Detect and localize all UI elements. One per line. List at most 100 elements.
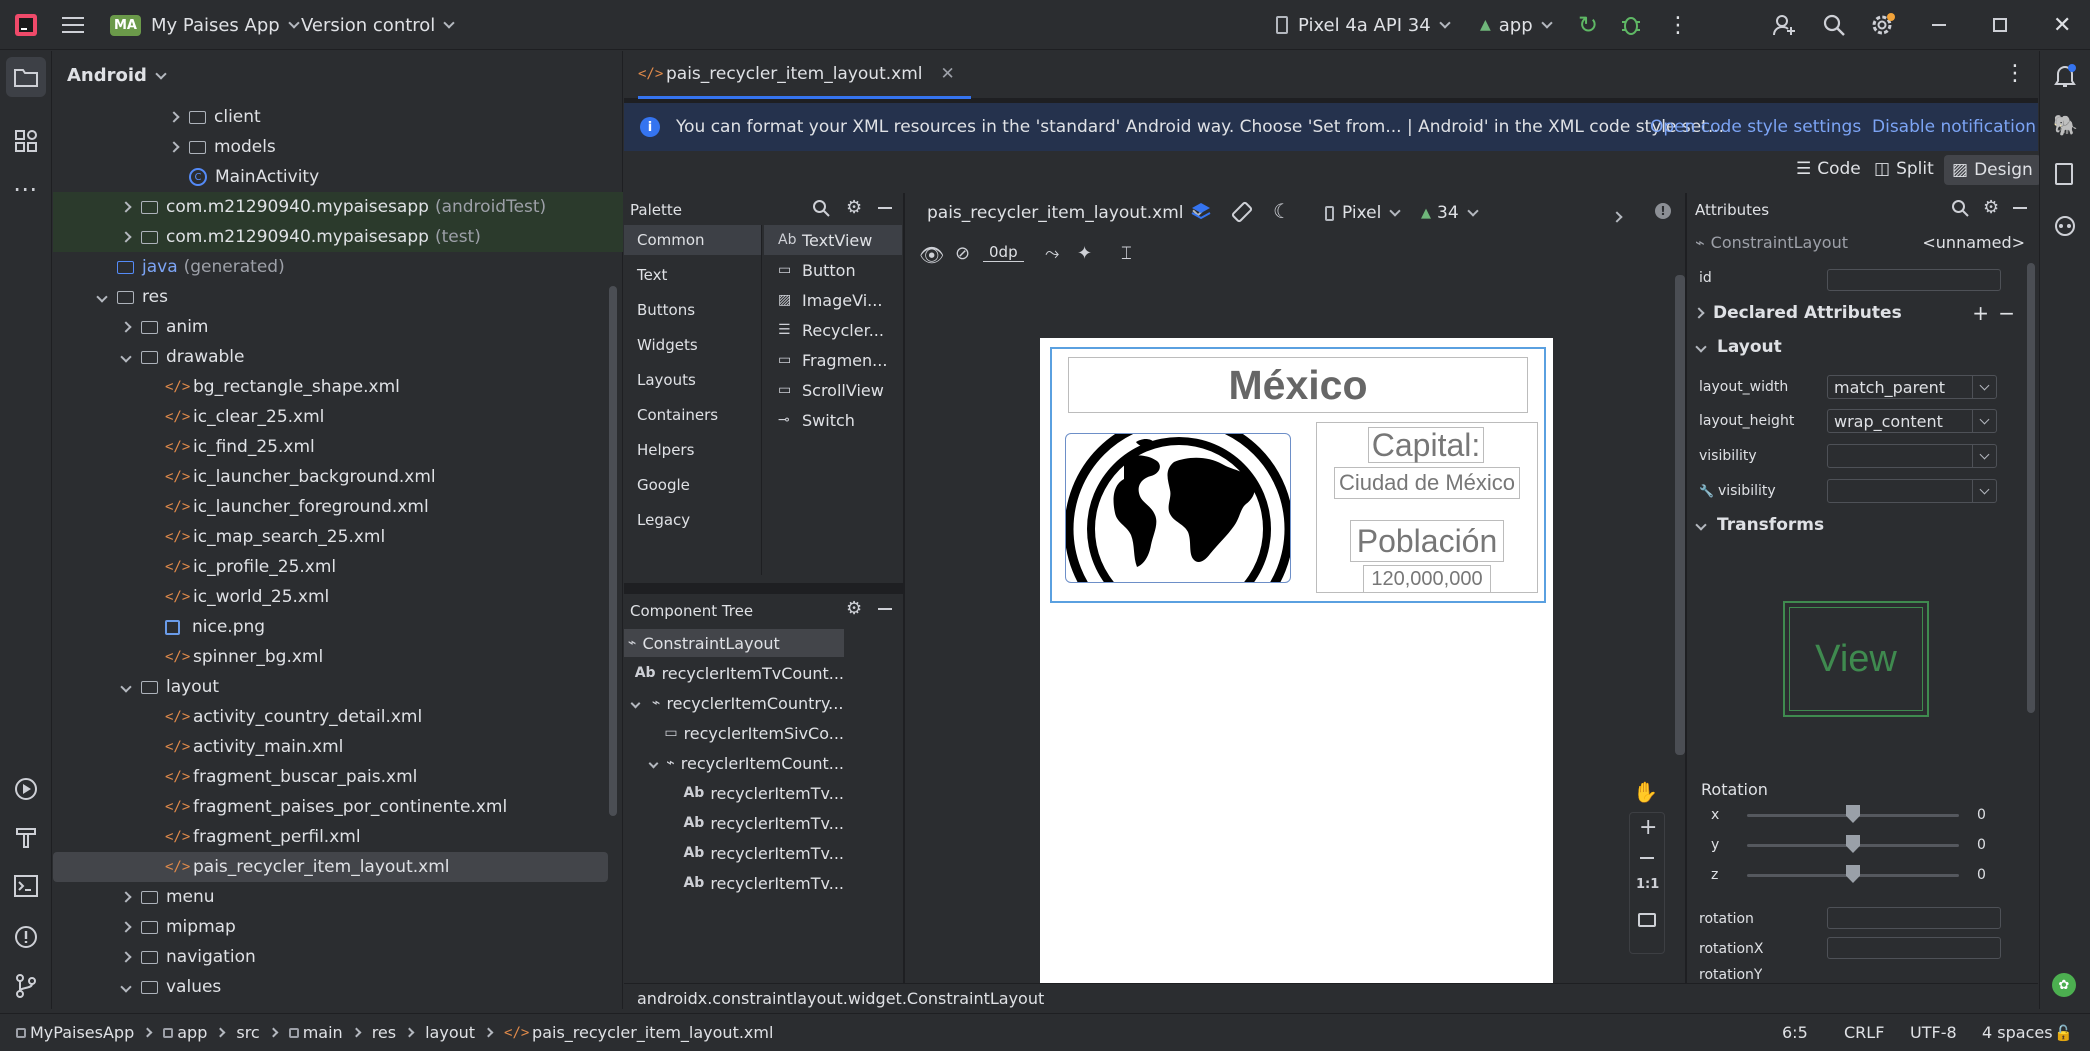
file-tree-item[interactable]: </> fragment_perfil.xml	[53, 822, 608, 852]
orientation-icon[interactable]	[1231, 201, 1253, 228]
file-tree-item[interactable]: </> ic_find_25.xml	[53, 432, 608, 462]
file-tree-item[interactable]: </> bg_rectangle_shape.xml	[53, 372, 608, 402]
project-tool-folder-icon[interactable]	[6, 57, 46, 97]
tree-scrollbar[interactable]	[609, 286, 617, 816]
component-tree-item[interactable]: Ab recyclerItemTv...	[624, 809, 844, 837]
zoom-in-icon[interactable]: +	[1639, 815, 1657, 840]
notifications-bell-icon[interactable]	[2053, 63, 2077, 94]
gemini-leaf-icon[interactable]: ✿	[2052, 973, 2076, 997]
design-surface-layers-icon[interactable]	[1190, 201, 1212, 228]
palette-widget-item[interactable]: ☰ Recycler...	[764, 315, 902, 345]
layout-file-selector[interactable]: pais_recycler_item_layout.xml	[927, 203, 1204, 223]
breadcrumb-item[interactable]: main	[303, 1023, 343, 1042]
folder-tree-item[interactable]: client	[53, 102, 608, 132]
component-tree-minimize-icon[interactable]	[878, 608, 892, 610]
palette-widget-item[interactable]: ⊸ Switch	[764, 405, 902, 435]
pan-hand-icon[interactable]: ✋	[1633, 780, 1658, 804]
component-tree-item[interactable]: ⌁ ConstraintLayout	[624, 629, 844, 657]
zoom-out-icon[interactable]	[1640, 857, 1654, 859]
rotation-x-field[interactable]	[1827, 937, 2001, 959]
night-mode-icon[interactable]: ☾	[1273, 199, 1291, 223]
resource-manager-icon[interactable]	[14, 129, 38, 158]
run-tool-icon[interactable]	[13, 776, 39, 807]
component-tree-settings-icon[interactable]: ⚙	[846, 598, 862, 619]
tools-visibility-dropdown[interactable]	[1827, 479, 1997, 503]
line-separator[interactable]: CRLF	[1844, 1023, 1884, 1042]
zoom-actual-size-button[interactable]: 1:1	[1636, 877, 1659, 892]
country-name-text[interactable]: México	[1068, 357, 1528, 413]
chevron-right-icon[interactable]	[115, 891, 137, 903]
indent-setting[interactable]: 4 spaces	[1982, 1023, 2053, 1042]
infer-constraints-wand-icon[interactable]: ✦	[1077, 243, 1092, 264]
project-view-selector[interactable]: Android	[67, 65, 167, 86]
palette-category-layouts[interactable]: Layouts	[624, 365, 761, 395]
rotation-y-thumb[interactable]	[1846, 835, 1860, 853]
palette-minimize-icon[interactable]	[878, 207, 892, 209]
chevron-right-icon[interactable]	[115, 201, 137, 213]
component-tree-item[interactable]: Ab recyclerItemTv...	[624, 869, 844, 897]
canvas-scrollbar[interactable]	[1675, 275, 1685, 755]
palette-category-google[interactable]: Google	[624, 470, 761, 500]
breadcrumb-item[interactable]: src	[236, 1023, 259, 1042]
build-hammer-icon[interactable]	[14, 825, 38, 854]
code-mode-button[interactable]: ☰ Code	[1796, 159, 1861, 179]
folder-tree-item[interactable]: mipmap	[53, 912, 608, 942]
guidelines-icon[interactable]: ⌶	[1121, 243, 1132, 264]
folder-tree-item[interactable]: java (generated)	[53, 252, 608, 282]
folder-tree-item[interactable]: anim	[53, 312, 608, 342]
more-tools-icon[interactable]: ⋯	[13, 175, 37, 203]
file-tree-item[interactable]: </> fragment_paises_por_continente.xml	[53, 792, 608, 822]
component-tree-item[interactable]: ⌁ recyclerItemCountry...	[624, 689, 844, 717]
file-tree-item[interactable]: </> ic_launcher_background.xml	[53, 462, 608, 492]
design-mode-button[interactable]: ▨ Design	[1944, 155, 2041, 185]
run-config-selector[interactable]: ▲ app	[1480, 0, 1553, 50]
attributes-scrollbar[interactable]	[2027, 263, 2035, 713]
maximize-icon[interactable]	[1993, 0, 2007, 50]
file-tree-item[interactable]: </> ic_clear_25.xml	[53, 402, 608, 432]
palette-widget-item[interactable]: ▭ Fragmen...	[764, 345, 902, 375]
attributes-settings-icon[interactable]: ⚙	[1983, 197, 1999, 218]
debug-icon[interactable]	[1620, 0, 1642, 50]
layout-section-header[interactable]: Layout	[1695, 337, 1782, 357]
open-code-style-link[interactable]: Open code style settings	[1650, 117, 1861, 137]
split-mode-button[interactable]: ◫ Split	[1874, 159, 1934, 179]
component-tree-item[interactable]: Ab recyclerItemTvCount...	[624, 659, 844, 687]
capital-value-text[interactable]: Ciudad de México	[1334, 467, 1520, 499]
cursor-position[interactable]: 6:5	[1782, 1023, 1808, 1042]
palette-category-text[interactable]: Text	[624, 260, 761, 290]
api-level-selector[interactable]: ▲ 34	[1421, 203, 1479, 223]
disable-notification-link[interactable]: Disable notification	[1872, 117, 2036, 137]
folder-tree-item[interactable]: res	[53, 282, 608, 312]
folder-tree-item[interactable]: menu	[53, 882, 608, 912]
read-only-lock-icon[interactable]: 🔓	[2054, 1024, 2073, 1042]
layout-width-dropdown[interactable]: match_parent	[1827, 375, 1997, 399]
capital-label-text[interactable]: Capital:	[1368, 427, 1484, 463]
population-value-text[interactable]: 120,000,000	[1363, 565, 1491, 593]
component-tree-item[interactable]: Ab recyclerItemTv...	[624, 839, 844, 867]
file-tree-item[interactable]: </> pais_recycler_item_layout.xml	[53, 852, 608, 882]
file-tree-item[interactable]: nice.png	[53, 612, 608, 642]
device-preview-selector[interactable]: Pixel	[1325, 203, 1401, 223]
remove-attribute-icon[interactable]: −	[1998, 301, 2015, 325]
component-tree-item[interactable]: ▭ recyclerItemSivCo...	[624, 719, 844, 747]
breadcrumb-item[interactable]: res	[372, 1023, 396, 1042]
file-tree-item[interactable]: </> ic_world_25.xml	[53, 582, 608, 612]
gradle-icon[interactable]: 🐘	[2053, 113, 2078, 137]
device-manager-icon[interactable]	[2055, 163, 2073, 185]
breadcrumb-item[interactable]: pais_recycler_item_layout.xml	[532, 1023, 773, 1042]
attributes-search-icon[interactable]	[1951, 199, 1969, 222]
issues-icon[interactable]: !	[1655, 203, 1671, 219]
more-actions-icon[interactable]: ⋮	[1667, 0, 1689, 50]
folder-tree-item[interactable]: models	[53, 132, 608, 162]
clear-constraints-icon[interactable]: ⤳	[1045, 243, 1059, 264]
folder-tree-item[interactable]: values	[53, 972, 608, 1002]
terminal-icon[interactable]	[14, 875, 38, 902]
git-branch-icon[interactable]	[14, 973, 38, 1004]
breadcrumb-item[interactable]: app	[177, 1023, 207, 1042]
breadcrumb-item[interactable]: layout	[425, 1023, 475, 1042]
copilot-icon[interactable]	[2053, 215, 2077, 242]
palette-settings-icon[interactable]: ⚙	[846, 197, 862, 218]
chevron-right-icon[interactable]	[163, 111, 185, 123]
autoconnect-off-icon[interactable]: ⊘	[955, 243, 970, 264]
palette-widget-item[interactable]: Ab TextView	[764, 225, 902, 255]
